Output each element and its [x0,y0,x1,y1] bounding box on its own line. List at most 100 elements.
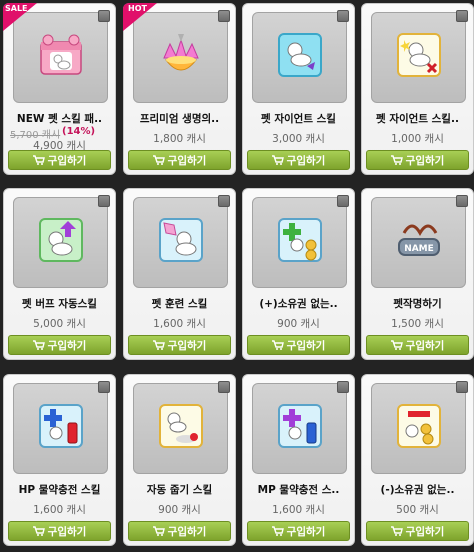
select-checkbox[interactable] [337,381,349,393]
item-name: MP 물약충전 스.. [257,484,340,496]
item-thumbnail [133,12,228,103]
item-card-hp-potion-skill[interactable]: HP 물약충전 스킬 1,600 캐시 구입하기 [3,374,116,546]
item-card-pet-buff-auto-skill[interactable]: 펫 버프 자동스킬 5,000 캐시 구입하기 [3,188,116,360]
select-checkbox[interactable] [218,10,230,22]
sale-ribbon-label: SALE [5,4,28,13]
item-thumbnail [13,383,108,474]
item-thumbnail [371,383,466,474]
buy-button[interactable]: 구입하기 [8,335,111,355]
buy-button-label: 구입하기 [167,339,207,352]
buy-button-label: 구입하기 [47,154,87,167]
premium-water-of-life-icon [163,34,199,71]
item-price: 5,000 캐시 [33,318,86,330]
item-card-pet-training-skill[interactable]: 펫 훈련 스킬 1,600 캐시 구입하기 [123,188,236,360]
item-card-mp-potion-skill[interactable]: MP 물약충전 스.. 1,600 캐시 구입하기 [242,374,355,546]
item-thumbnail [371,12,466,103]
item-price: 500 캐시 [396,504,439,516]
select-checkbox[interactable] [456,381,468,393]
select-checkbox[interactable] [337,10,349,22]
pet-item-grid: SALE NEW 펫 스킬 패.. 5,700 캐시 (14%) 4,900 캐… [0,0,474,552]
buy-button-label: 구입하기 [405,339,445,352]
item-name: 펫작명하기 [393,298,442,310]
cart-icon [271,155,284,165]
item-name: 자동 줍기 스킬 [146,484,213,496]
item-thumbnail [252,12,347,103]
buy-button-label: 구입하기 [286,525,326,538]
item-card-pet-name-tag[interactable]: NAME 펫작명하기 1,500 캐시 구입하기 [361,188,474,360]
item-name: HP 물약충전 스킬 [18,484,101,496]
select-checkbox[interactable] [98,195,110,207]
buy-button[interactable]: 구입하기 [128,335,231,355]
item-name: 펫 훈련 스킬 [151,298,208,310]
item-card-premium-water-of-life[interactable]: HOT 프리미엄 생명의.. 1,800 캐시 구입하기 [123,3,236,175]
item-price: 1,600 캐시 [272,504,325,516]
pet-skill-pack-icon [40,34,82,75]
item-name: (-)소유권 없는.. [380,484,455,496]
hp-potion-skill-icon [39,404,83,448]
item-thumbnail [133,197,228,288]
buy-button[interactable]: 구입하기 [366,521,469,541]
item-discount: (14%) [62,126,96,137]
ownership-minus-icon [397,404,441,448]
item-thumbnail [252,197,347,288]
buy-button-label: 구입하기 [286,154,326,167]
buy-button[interactable]: 구입하기 [247,521,350,541]
select-checkbox[interactable] [218,381,230,393]
pet-buff-auto-skill-icon [39,218,83,262]
select-checkbox[interactable] [337,195,349,207]
cart-icon [32,526,45,536]
select-checkbox[interactable] [218,195,230,207]
item-name: 펫 자이언트 스킬.. [376,113,459,125]
buy-button-label: 구입하기 [47,339,87,352]
buy-button[interactable]: 구입하기 [247,335,350,355]
item-price: 900 캐시 [277,318,320,330]
item-price: 1,600 캐시 [153,318,206,330]
cart-icon [271,526,284,536]
cart-icon [152,526,165,536]
select-checkbox[interactable] [456,10,468,22]
cart-icon [152,155,165,165]
buy-button-label: 구입하기 [286,339,326,352]
buy-button[interactable]: 구입하기 [366,150,469,170]
item-price: 3,000 캐시 [272,133,325,145]
select-checkbox[interactable] [456,195,468,207]
select-checkbox[interactable] [98,381,110,393]
cart-icon [390,340,403,350]
item-thumbnail [133,383,228,474]
item-thumbnail [252,383,347,474]
cart-icon [271,340,284,350]
item-card-pet-giant-skill[interactable]: 펫 자이언트 스킬 3,000 캐시 구입하기 [242,3,355,175]
item-price: 1,600 캐시 [33,504,86,516]
item-card-ownership-plus[interactable]: (+)소유권 없는.. 900 캐시 구입하기 [242,188,355,360]
cart-icon [152,340,165,350]
pet-giant-skill-remove-icon [397,33,441,77]
buy-button-label: 구입하기 [405,154,445,167]
select-checkbox[interactable] [98,10,110,22]
buy-button[interactable]: 구입하기 [128,150,231,170]
cart-icon [390,526,403,536]
item-name: 펫 버프 자동스킬 [22,298,97,310]
buy-button[interactable]: 구입하기 [8,521,111,541]
cart-icon [32,340,45,350]
item-card-ownership-minus[interactable]: (-)소유권 없는.. 500 캐시 구입하기 [361,374,474,546]
item-thumbnail [13,12,108,103]
mp-potion-skill-icon [278,404,322,448]
auto-loot-skill-icon [159,404,203,448]
buy-button[interactable]: 구입하기 [128,521,231,541]
item-card-auto-loot-skill[interactable]: 자동 줍기 스킬 900 캐시 구입하기 [123,374,236,546]
item-price: 900 캐시 [158,504,201,516]
buy-button[interactable]: 구입하기 [247,150,350,170]
pet-name-tag-icon: NAME [398,224,440,256]
pet-giant-skill-icon [278,33,322,77]
item-price: 1,000 캐시 [391,133,444,145]
buy-button-label: 구입하기 [167,154,207,167]
item-card-new-pet-skill-pack[interactable]: SALE NEW 펫 스킬 패.. 5,700 캐시 (14%) 4,900 캐… [3,3,116,175]
buy-button[interactable]: 구입하기 [8,150,111,170]
buy-button-label: 구입하기 [47,525,87,538]
buy-button-label: 구입하기 [167,525,207,538]
item-card-pet-giant-skill-remove[interactable]: 펫 자이언트 스킬.. 1,000 캐시 구입하기 [361,3,474,175]
svg-text:NAME: NAME [404,244,434,254]
cart-icon [390,155,403,165]
ownership-plus-icon [278,218,322,262]
buy-button[interactable]: 구입하기 [366,335,469,355]
